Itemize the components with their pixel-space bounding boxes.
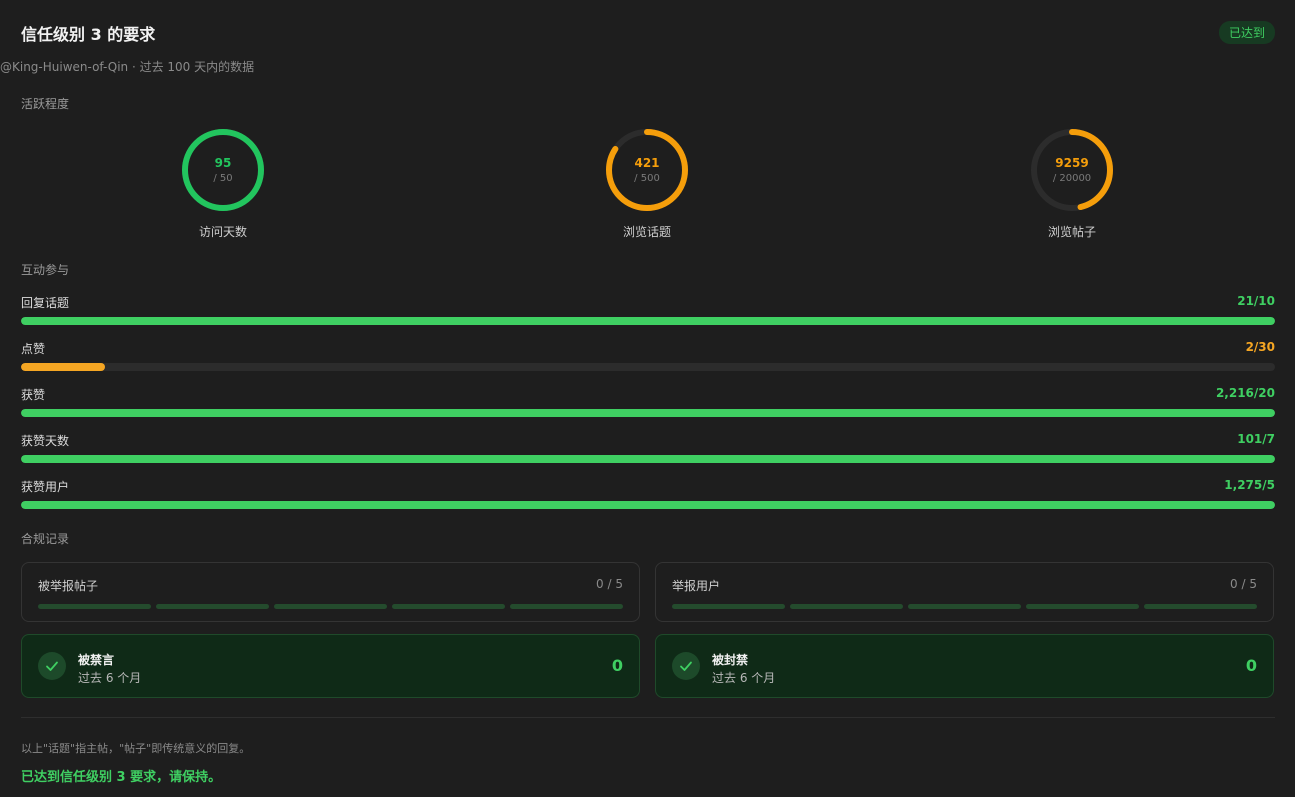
progress-ring	[606, 129, 688, 211]
page-subtitle: @King-Huiwen-of-Qin · 过去 100 天内的数据	[0, 60, 255, 74]
meter-segment	[156, 604, 269, 609]
ring-label: 浏览帖子	[1047, 225, 1096, 239]
bar-label: 获赞天数	[21, 434, 70, 448]
bar-value: 21/10	[1237, 294, 1275, 308]
progress-ring	[182, 129, 264, 211]
card-value: 0 / 5	[596, 577, 623, 591]
bar-label: 获赞	[21, 388, 46, 402]
bar-row-replies: 回复话题 21/10	[21, 294, 1275, 340]
bar-value: 2,216/20	[1215, 386, 1275, 400]
bar-label: 获赞用户	[21, 480, 70, 494]
bar-row-likes-given: 点赞 2/30	[21, 340, 1275, 386]
progress-ring	[1031, 129, 1113, 211]
section-label-interaction: 互动参与	[21, 263, 70, 277]
meter-segment	[672, 604, 785, 609]
check-icon	[672, 652, 700, 680]
meter-segment	[274, 604, 387, 609]
meter-segment	[38, 604, 151, 609]
meter-segment	[1144, 604, 1257, 609]
progress-track	[21, 317, 1275, 325]
status-title: 被禁言	[78, 653, 115, 667]
progress-fill	[21, 363, 105, 371]
card-value: 0 / 5	[1230, 577, 1257, 591]
page-title: 信任级别 3 的要求	[21, 25, 156, 44]
segment-meter	[672, 604, 1257, 609]
bar-value: 101/7	[1237, 432, 1275, 446]
status-subtitle: 过去 6 个月	[712, 671, 776, 685]
meter-segment	[790, 604, 903, 609]
bar-row-liked-users: 获赞用户 1,275/5	[21, 478, 1275, 524]
activity-rings: 95 / 50 访问天数 421 / 500 浏览话题 9259 / 20000…	[21, 126, 1275, 246]
ring-target: / 20000	[1052, 173, 1092, 184]
card-flagged-users: 举报用户 0 / 5	[655, 562, 1274, 622]
progress-fill	[21, 501, 1275, 509]
bar-row-likes-received: 获赞 2,216/20	[21, 386, 1275, 432]
status-title: 被封禁	[712, 653, 749, 667]
status-badge: 已达到	[1218, 21, 1275, 44]
progress-track	[21, 455, 1275, 463]
status-count: 0	[611, 656, 623, 675]
divider	[21, 717, 1275, 718]
ring-value: 421	[634, 156, 660, 170]
progress-fill	[21, 317, 1275, 325]
meter-segment	[908, 604, 1021, 609]
ring-label: 浏览话题	[622, 225, 671, 239]
interaction-bars: 回复话题 21/10 点赞 2/30 获赞 2,216/20 获赞天数 101/…	[21, 294, 1275, 524]
segment-meter	[38, 604, 623, 609]
meter-segment	[1026, 604, 1139, 609]
card-label: 被举报帖子	[38, 579, 99, 593]
bar-value: 1,275/5	[1224, 478, 1275, 492]
ring-topics-viewed: 421 / 500 浏览话题	[567, 126, 727, 240]
meter-segment	[510, 604, 623, 609]
ring-target: / 500	[634, 173, 660, 184]
meter-segment	[392, 604, 505, 609]
card-label: 举报用户	[672, 579, 721, 593]
card-flagged-posts: 被举报帖子 0 / 5	[21, 562, 640, 622]
ring-label: 访问天数	[198, 225, 247, 239]
check-icon	[38, 652, 66, 680]
progress-track	[21, 409, 1275, 417]
card-suspended: 被封禁 过去 6 个月 0	[655, 634, 1274, 698]
card-silenced: 被禁言 过去 6 个月 0	[21, 634, 640, 698]
section-label-activity: 活跃程度	[21, 97, 70, 111]
bar-row-liked-days: 获赞天数 101/7	[21, 432, 1275, 478]
footer-status: 已达到信任级别 3 要求，请保持。	[21, 770, 222, 785]
footnote: 以上"话题"指主帖，"帖子"即传统意义的回复。	[21, 742, 251, 755]
bar-label: 点赞	[21, 342, 46, 356]
ring-value: 95	[214, 156, 232, 170]
progress-fill	[21, 409, 1275, 417]
ring-posts-viewed: 9259 / 20000 浏览帖子	[992, 126, 1152, 240]
ring-target: / 50	[213, 173, 233, 184]
bar-label: 回复话题	[21, 296, 70, 310]
ring-visit-days: 95 / 50 访问天数	[143, 126, 303, 240]
progress-fill	[21, 455, 1275, 463]
section-label-compliance: 合规记录	[21, 532, 70, 546]
progress-track	[21, 501, 1275, 509]
ring-value: 9259	[1055, 156, 1089, 170]
status-subtitle: 过去 6 个月	[78, 671, 142, 685]
progress-track	[21, 363, 1275, 371]
bar-value: 2/30	[1245, 340, 1275, 354]
status-count: 0	[1245, 656, 1257, 675]
trust-level-panel: 信任级别 3 的要求 已达到 @King-Huiwen-of-Qin · 过去 …	[0, 0, 1295, 797]
panel-header: 信任级别 3 的要求 已达到	[21, 0, 1275, 62]
